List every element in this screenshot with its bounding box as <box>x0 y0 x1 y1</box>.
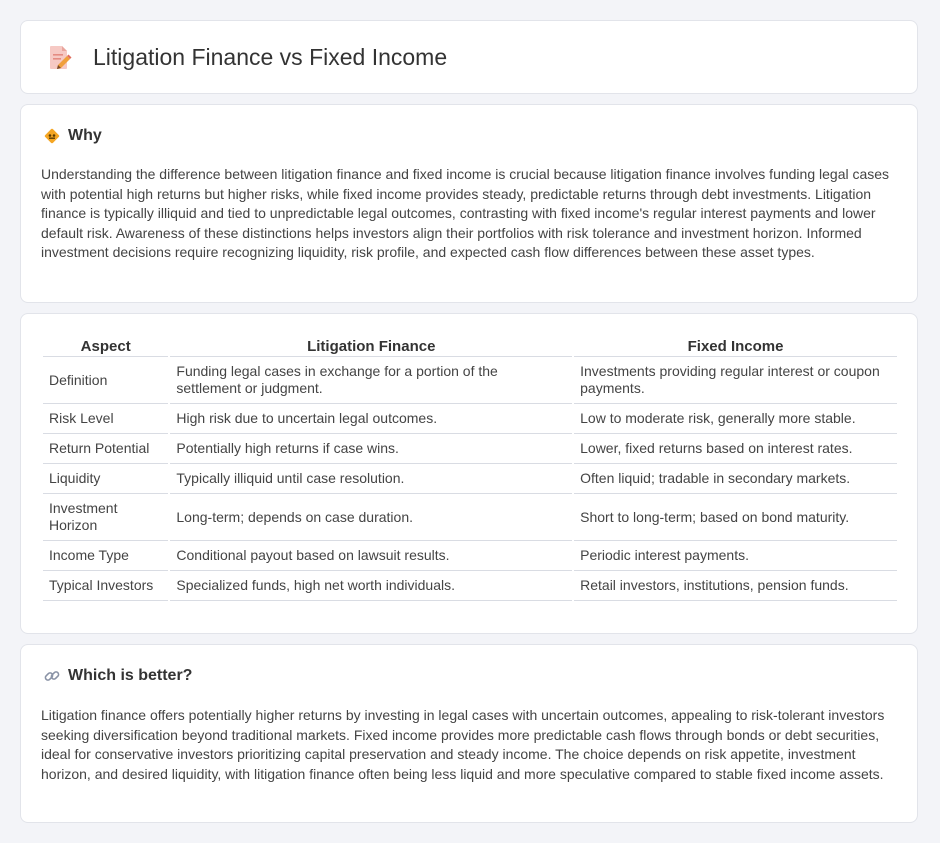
litigation-finance-cell: Specialized funds, high net worth indivi… <box>170 571 573 601</box>
comparison-table: Aspect Litigation Finance Fixed Income D… <box>41 336 899 601</box>
why-title: Why <box>68 127 102 144</box>
table-row: Risk Level High risk due to uncertain le… <box>43 404 897 434</box>
column-header-aspect: Aspect <box>43 336 169 357</box>
litigation-finance-cell: Typically illiquid until case resolution… <box>170 464 573 494</box>
why-body: Understanding the difference between lit… <box>41 166 890 260</box>
fixed-income-cell: Often liquid; tradable in secondary mark… <box>574 464 897 494</box>
table-row: Return Potential Potentially high return… <box>43 434 897 464</box>
aspect-cell: Typical Investors <box>43 571 169 601</box>
litigation-finance-cell: High risk due to uncertain legal outcome… <box>170 404 573 434</box>
document-pencil-icon <box>50 46 72 69</box>
page-title: Litigation Finance vs Fixed Income <box>93 43 448 70</box>
aspect-cell: Return Potential <box>43 434 169 464</box>
title-row: Litigation Finance vs Fixed Income <box>45 43 447 71</box>
litigation-finance-cell: Funding legal cases in exchange for a po… <box>170 357 573 404</box>
litigation-finance-cell: Long-term; depends on case duration. <box>170 494 573 541</box>
litigation-finance-cell: Potentially high returns if case wins. <box>170 434 573 464</box>
title-card: Litigation Finance vs Fixed Income <box>20 20 918 94</box>
litigation-finance-cell: Conditional payout based on lawsuit resu… <box>170 541 573 571</box>
fixed-income-cell: Low to moderate risk, generally more sta… <box>574 404 897 434</box>
fixed-income-cell: Periodic interest payments. <box>574 541 897 571</box>
why-section: Why Understanding the difference between… <box>20 104 918 303</box>
fixed-income-cell: Lower, fixed returns based on interest r… <box>574 434 897 464</box>
which-is-better-section: Which is better? Litigation finance offe… <box>20 644 918 823</box>
fixed-income-cell: Short to long-term; based on bond maturi… <box>574 494 897 541</box>
column-header-fixed-income: Fixed Income <box>574 336 897 357</box>
better-title: Which is better? <box>68 667 193 684</box>
better-body: Litigation finance offers potentially hi… <box>41 707 885 782</box>
aspect-cell: Liquidity <box>43 464 169 494</box>
diamond-sign-icon <box>44 128 60 144</box>
comparison-section: Aspect Litigation Finance Fixed Income D… <box>20 313 918 634</box>
aspect-cell: Definition <box>43 357 169 404</box>
table-row: Definition Funding legal cases in exchan… <box>43 357 897 404</box>
fixed-income-cell: Retail investors, institutions, pension … <box>574 571 897 601</box>
aspect-cell: Income Type <box>43 541 169 571</box>
table-row: Investment Horizon Long-term; depends on… <box>43 494 897 541</box>
fixed-income-cell: Investments providing regular interest o… <box>574 357 897 404</box>
table-row: Income Type Conditional payout based on … <box>43 541 897 571</box>
table-row: Liquidity Typically illiquid until case … <box>43 464 897 494</box>
column-header-litigation-finance: Litigation Finance <box>170 336 573 357</box>
link-icon <box>44 671 60 681</box>
table-row: Typical Investors Specialized funds, hig… <box>43 571 897 601</box>
why-heading: Why <box>43 127 102 145</box>
better-heading: Which is better? <box>43 667 192 685</box>
aspect-cell: Risk Level <box>43 404 169 434</box>
table-header-row: Aspect Litigation Finance Fixed Income <box>43 336 897 357</box>
aspect-cell: Investment Horizon <box>43 494 169 541</box>
